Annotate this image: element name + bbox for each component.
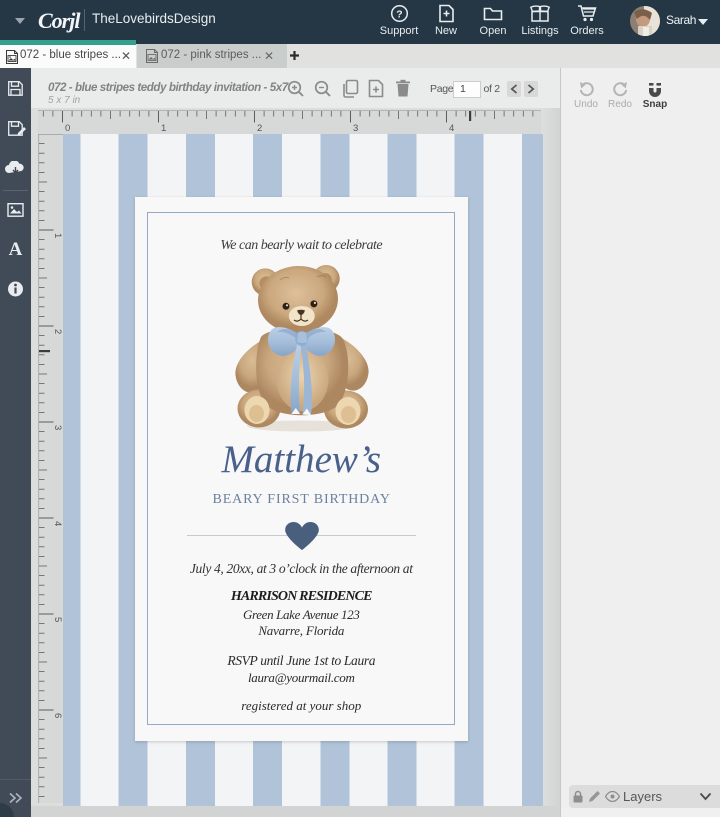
svg-text:0: 0 <box>65 123 70 134</box>
svg-text:5: 5 <box>52 617 63 622</box>
svg-text:2: 2 <box>257 123 262 134</box>
svg-text:4: 4 <box>52 521 63 526</box>
svg-text:1: 1 <box>161 123 166 134</box>
svg-text:6: 6 <box>52 713 63 718</box>
svg-text:1: 1 <box>52 233 63 238</box>
svg-text:3: 3 <box>353 123 358 134</box>
svg-text:3: 3 <box>52 425 63 430</box>
svg-text:4: 4 <box>449 123 454 134</box>
svg-text:2: 2 <box>52 329 63 334</box>
svg-text:?: ? <box>396 9 402 20</box>
